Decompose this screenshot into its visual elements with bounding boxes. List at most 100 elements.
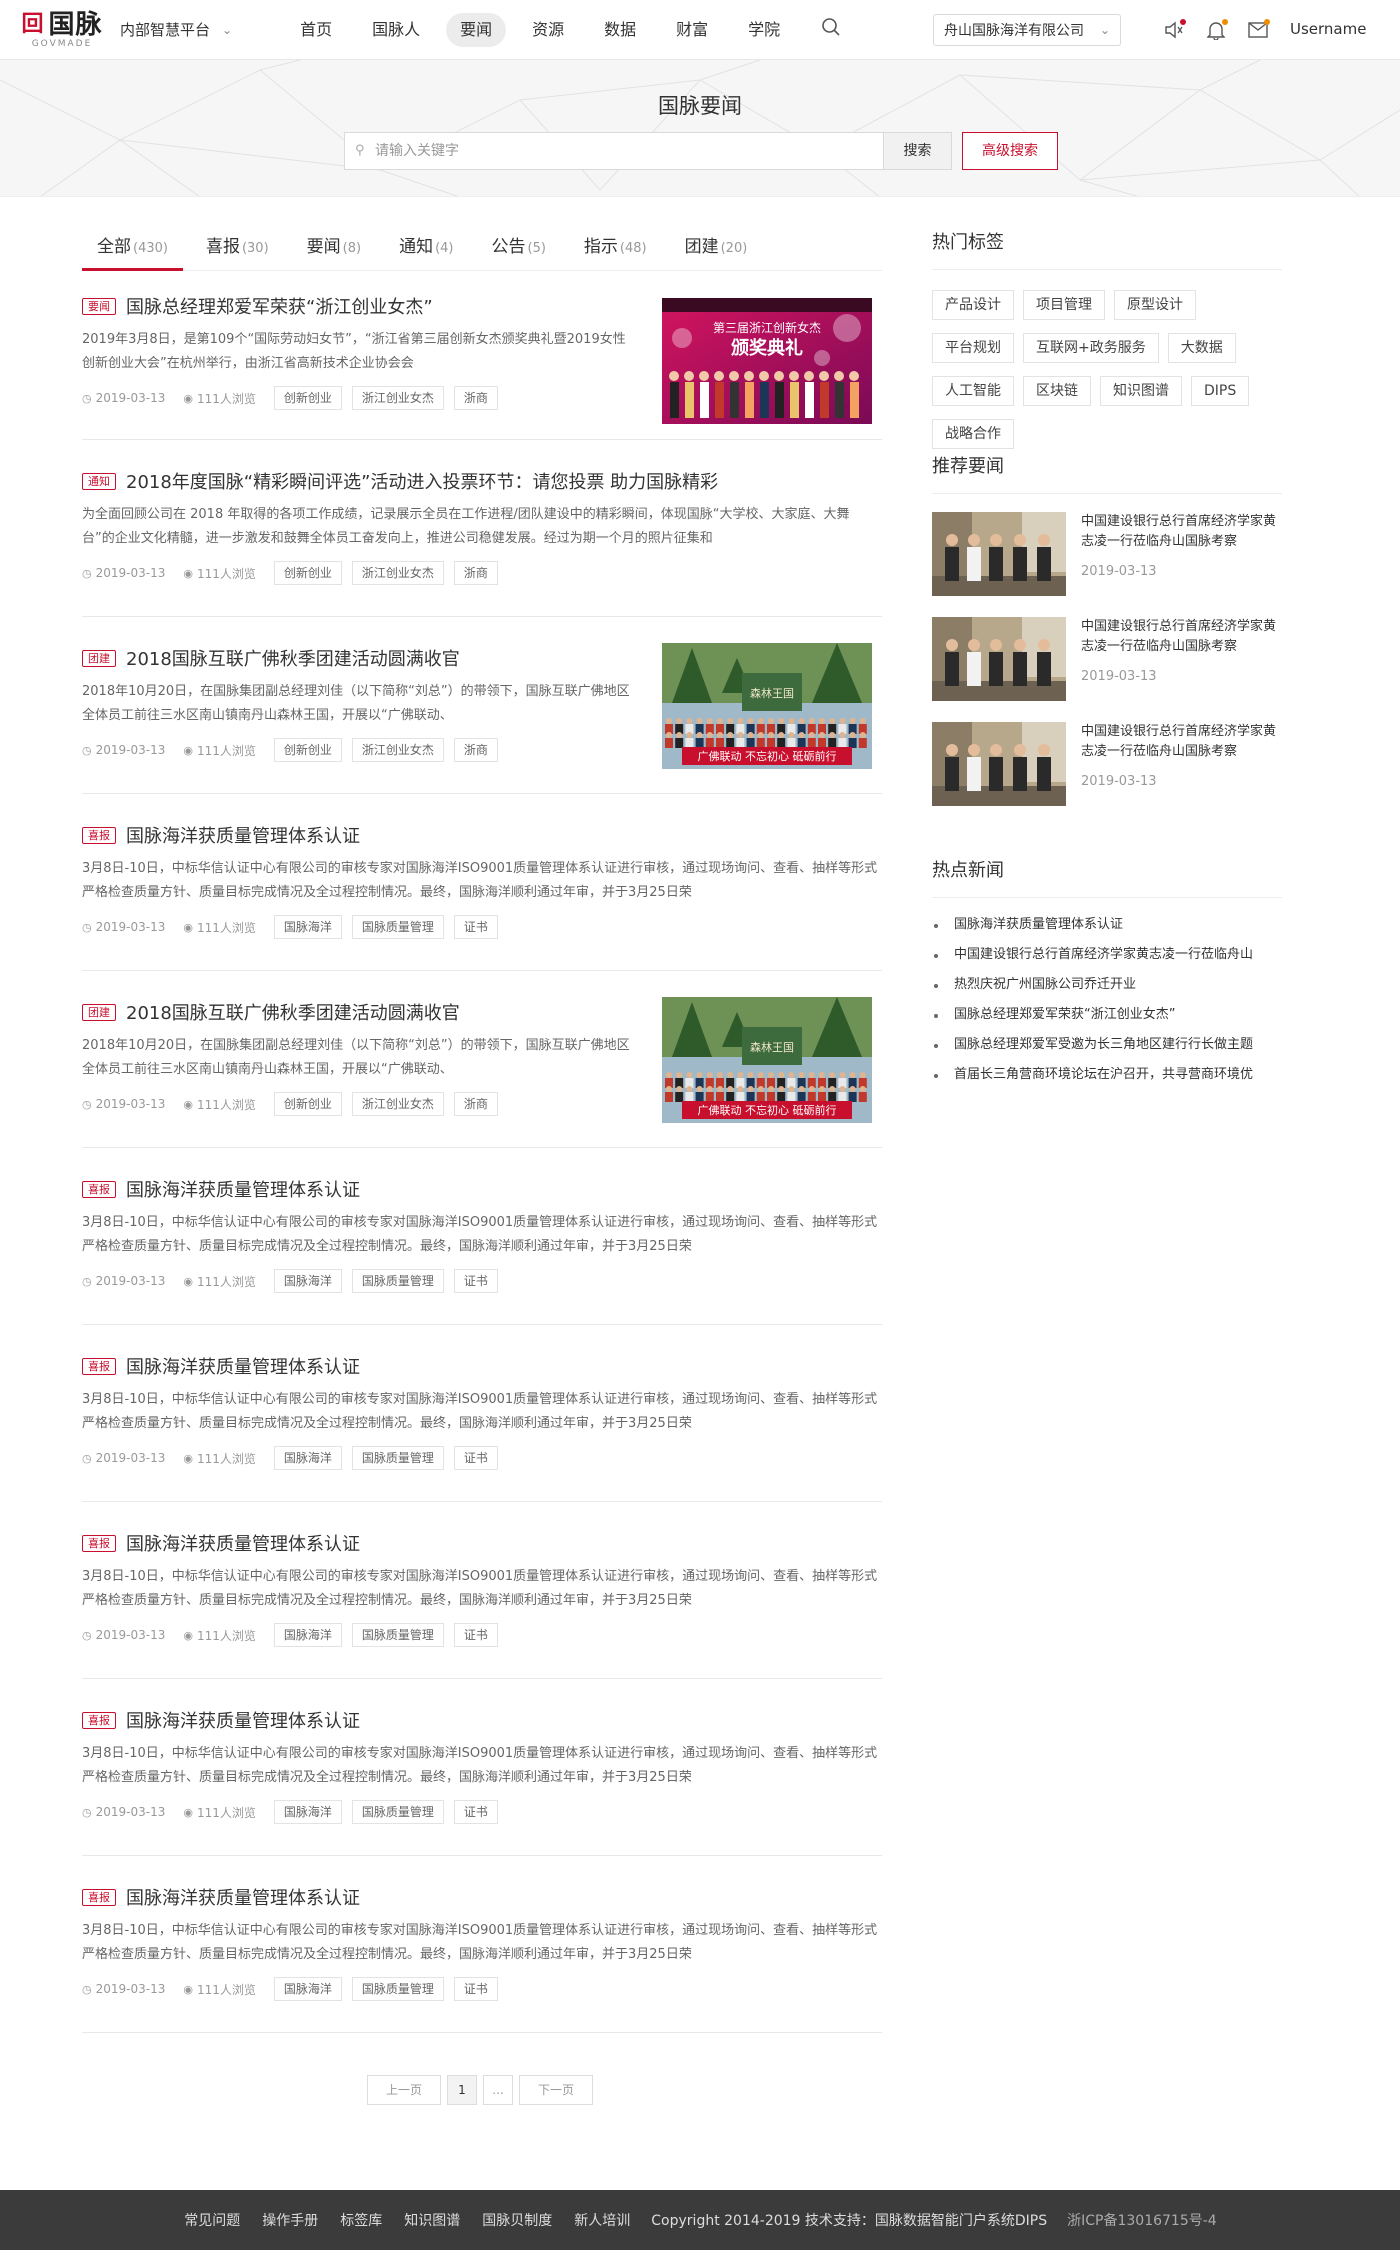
article-item[interactable]: 通知 2018年度国脉“精彩瞬间评选”活动进入投票环节：请您投票 助力国脉精彩 为全…: [82, 440, 882, 617]
footer-link[interactable]: 国脉贝制度: [482, 2213, 552, 2229]
footer-link[interactable]: 操作手册: [262, 2213, 318, 2229]
article-keyword[interactable]: 国脉质量管理: [351, 915, 444, 939]
nav-item-1[interactable]: 国脉人: [358, 13, 434, 47]
article-keyword[interactable]: 国脉质量管理: [351, 1623, 444, 1647]
next-page-button[interactable]: 下一页: [519, 2075, 593, 2105]
recommend-item[interactable]: 中国建设银行总行首席经济学家黄志凌一行莅临舟山国脉考察 2019-03-13: [932, 512, 1282, 596]
hot-news-item[interactable]: 热烈庆祝广州国脉公司乔迁开业: [932, 970, 1282, 1000]
tab-5[interactable]: 指示 (48): [569, 227, 662, 271]
search-button[interactable]: 搜索: [884, 132, 952, 170]
article-keyword[interactable]: 创新创业: [273, 561, 342, 585]
search-input[interactable]: ⚲ 请输入关键字: [344, 132, 884, 170]
article-keyword[interactable]: 浙江创业女杰: [351, 386, 444, 410]
article-title[interactable]: 2018国脉互联广佛秋季团建活动圆满收官: [126, 1003, 460, 1024]
hot-tag[interactable]: 原型设计: [1114, 290, 1196, 320]
hot-tag[interactable]: 人工智能: [932, 376, 1014, 406]
tab-3[interactable]: 通知 (4): [384, 227, 468, 271]
article-keyword[interactable]: 浙商: [453, 561, 498, 585]
article-keyword[interactable]: 国脉海洋: [273, 1623, 342, 1647]
article-keyword[interactable]: 国脉海洋: [273, 1977, 342, 2001]
article-keyword[interactable]: 证书: [453, 1269, 498, 1293]
article-title[interactable]: 国脉海洋获质量管理体系认证: [126, 1180, 360, 1201]
article-keyword[interactable]: 浙江创业女杰: [351, 1092, 444, 1116]
hot-tag[interactable]: DIPS: [1191, 376, 1250, 406]
recommend-title[interactable]: 中国建设银行总行首席经济学家黄志凌一行莅临舟山国脉考察: [1081, 512, 1281, 552]
article-item[interactable]: 喜报 国脉海洋获质量管理体系认证 3月8日-10日，中标华信认证中心有限公司的审核专…: [82, 1679, 882, 1856]
article-keyword[interactable]: 证书: [453, 915, 498, 939]
article-keyword[interactable]: 证书: [453, 1623, 498, 1647]
bell-icon[interactable]: [1202, 16, 1230, 44]
article-keyword[interactable]: 浙商: [453, 1092, 498, 1116]
article-keyword[interactable]: 国脉海洋: [273, 1446, 342, 1470]
article-thumbnail[interactable]: 森林王国 广佛联动 不忘初心 砥砺前行: [662, 643, 872, 769]
hot-tag[interactable]: 大数据: [1167, 333, 1236, 363]
article-keyword[interactable]: 国脉质量管理: [351, 1269, 444, 1293]
tab-4[interactable]: 公告 (5): [477, 227, 561, 271]
hot-news-item[interactable]: 国脉总经理郑爱军荣获“浙江创业女杰”: [932, 1000, 1282, 1030]
article-keyword[interactable]: 证书: [453, 1446, 498, 1470]
article-keyword[interactable]: 证书: [453, 1800, 498, 1824]
hot-tag[interactable]: 项目管理: [1023, 290, 1105, 320]
footer-link[interactable]: 新人培训: [574, 2213, 630, 2229]
nav-item-0[interactable]: 首页: [286, 13, 346, 47]
tab-2[interactable]: 要闻 (8): [292, 227, 376, 271]
article-keyword[interactable]: 浙商: [453, 386, 498, 410]
article-keyword[interactable]: 证书: [453, 1977, 498, 2001]
page-ellipsis[interactable]: ...: [483, 2075, 513, 2105]
article-keyword[interactable]: 国脉质量管理: [351, 1977, 444, 2001]
recommend-item[interactable]: 中国建设银行总行首席经济学家黄志凌一行莅临舟山国脉考察 2019-03-13: [932, 617, 1282, 701]
nav-item-2[interactable]: 要闻: [446, 12, 507, 47]
speaker-icon[interactable]: [1160, 16, 1188, 44]
article-item[interactable]: 喜报 国脉海洋获质量管理体系认证 3月8日-10日，中标华信认证中心有限公司的审核专…: [82, 1148, 882, 1325]
prev-page-button[interactable]: 上一页: [367, 2075, 441, 2105]
article-keyword[interactable]: 创新创业: [273, 1092, 342, 1116]
logo[interactable]: 回国脉 GOVMADE: [16, 8, 108, 52]
article-keyword[interactable]: 国脉质量管理: [351, 1800, 444, 1824]
hot-tag[interactable]: 互联网+政务服务: [1023, 333, 1159, 363]
article-item[interactable]: 喜报 国脉海洋获质量管理体系认证 3月8日-10日，中标华信认证中心有限公司的审核专…: [82, 1502, 882, 1679]
recommend-title[interactable]: 中国建设银行总行首席经济学家黄志凌一行莅临舟山国脉考察: [1081, 722, 1281, 762]
hot-news-item[interactable]: 国脉海洋获质量管理体系认证: [932, 910, 1282, 940]
hot-tag[interactable]: 产品设计: [932, 290, 1014, 320]
hot-tag[interactable]: 战略合作: [932, 419, 1014, 449]
footer-link[interactable]: 标签库: [340, 2213, 382, 2229]
page-1-button[interactable]: 1: [447, 2075, 477, 2105]
mail-icon[interactable]: [1244, 16, 1272, 44]
article-title[interactable]: 国脉海洋获质量管理体系认证: [126, 826, 360, 847]
article-title[interactable]: 国脉海洋获质量管理体系认证: [126, 1357, 360, 1378]
article-title[interactable]: 2018国脉互联广佛秋季团建活动圆满收官: [126, 649, 460, 670]
article-title[interactable]: 国脉总经理郑爱军荣获“浙江创业女杰”: [126, 297, 433, 318]
article-keyword[interactable]: 浙江创业女杰: [351, 561, 444, 585]
article-keyword[interactable]: 浙江创业女杰: [351, 738, 444, 762]
username[interactable]: Username: [1290, 20, 1366, 38]
article-thumbnail[interactable]: 第三届浙江创新女杰 颁奖典礼: [662, 298, 872, 424]
nav-item-6[interactable]: 学院: [734, 13, 794, 47]
tab-1[interactable]: 喜报 (30): [191, 227, 284, 271]
article-item[interactable]: 喜报 国脉海洋获质量管理体系认证 3月8日-10日，中标华信认证中心有限公司的审核专…: [82, 794, 882, 971]
article-item[interactable]: 喜报 国脉海洋获质量管理体系认证 3月8日-10日，中标华信认证中心有限公司的审核专…: [82, 1856, 882, 2033]
nav-item-4[interactable]: 数据: [590, 13, 650, 47]
hot-news-item[interactable]: 首届长三角营商环境论坛在沪召开，共寻营商环境优: [932, 1060, 1282, 1090]
nav-item-3[interactable]: 资源: [518, 13, 578, 47]
article-title[interactable]: 国脉海洋获质量管理体系认证: [126, 1888, 360, 1909]
article-keyword[interactable]: 国脉海洋: [273, 1800, 342, 1824]
hot-news-item[interactable]: 国脉总经理郑爱军受邀为长三角地区建行行长做主题: [932, 1030, 1282, 1060]
platform-switcher[interactable]: 内部智慧平台 ⌄: [120, 19, 232, 40]
tab-6[interactable]: 团建 (20): [670, 227, 763, 271]
hot-tag[interactable]: 知识图谱: [1100, 376, 1182, 406]
article-keyword[interactable]: 浙商: [453, 738, 498, 762]
article-keyword[interactable]: 国脉海洋: [273, 1269, 342, 1293]
article-keyword[interactable]: 国脉质量管理: [351, 1446, 444, 1470]
article-thumbnail[interactable]: 森林王国 广佛联动 不忘初心 砥砺前行: [662, 997, 872, 1123]
footer-link[interactable]: 常见问题: [184, 2213, 240, 2229]
article-keyword[interactable]: 创新创业: [273, 738, 342, 762]
recommend-title[interactable]: 中国建设银行总行首席经济学家黄志凌一行莅临舟山国脉考察: [1081, 617, 1281, 657]
article-item[interactable]: 喜报 国脉海洋获质量管理体系认证 3月8日-10日，中标华信认证中心有限公司的审核专…: [82, 1325, 882, 1502]
article-title[interactable]: 国脉海洋获质量管理体系认证: [126, 1534, 360, 1555]
advanced-search-button[interactable]: 高级搜索: [962, 132, 1058, 170]
footer-link[interactable]: 知识图谱: [404, 2213, 460, 2229]
article-title[interactable]: 国脉海洋获质量管理体系认证: [126, 1711, 360, 1732]
hot-tag[interactable]: 平台规划: [932, 333, 1014, 363]
article-item[interactable]: 要闻 国脉总经理郑爱军荣获“浙江创业女杰” 2019年3月8日，是第109个“国际劳…: [82, 272, 882, 440]
search-icon[interactable]: [816, 17, 846, 42]
